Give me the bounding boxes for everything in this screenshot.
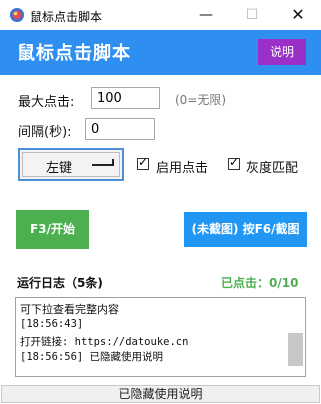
app-icon	[10, 8, 24, 22]
dropdown-icon	[92, 159, 114, 166]
max-clicks-input[interactable]	[91, 87, 160, 109]
grayscale-match-checkbox[interactable]: ✓	[228, 155, 240, 170]
window-title: 鼠标点击脚本	[30, 10, 103, 24]
check-icon: ✓	[138, 155, 149, 169]
interval-input[interactable]	[85, 118, 155, 140]
close-button[interactable]: ✕	[275, 0, 321, 30]
check-icon: ✓	[229, 155, 240, 169]
log-line: 打开链接: https://datouke.cn	[20, 336, 189, 348]
help-button[interactable]: 说明	[258, 39, 306, 65]
header-title: 鼠标点击脚本	[17, 43, 131, 64]
max-clicks-hint: (0=无限)	[175, 93, 227, 107]
max-clicks-label: 最大点击:	[18, 95, 75, 110]
screenshot-button[interactable]: (未截图) 按F6/截图	[184, 212, 307, 247]
log-line: [18:56:56] 已隐藏使用说明	[20, 351, 164, 363]
interval-label: 间隔(秒):	[18, 125, 72, 140]
log-line: [18:56:43]	[20, 318, 84, 330]
status-bar: 已隐藏使用说明	[1, 385, 320, 403]
minimize-button[interactable]: —	[183, 0, 229, 30]
enable-click-label: 启用点击	[156, 161, 209, 176]
maximize-button[interactable]: ☐	[229, 0, 275, 30]
grayscale-match-label: 灰度匹配	[246, 161, 299, 176]
enable-click-checkbox[interactable]: ✓	[137, 155, 149, 170]
mouse-button-select[interactable]: 左键	[18, 148, 124, 181]
select-value: 左键	[46, 161, 73, 176]
log-textarea[interactable]: 可下拉查看完整内容 [18:56:43] 打开链接: https://datou…	[15, 297, 306, 377]
app-header: 鼠标点击脚本 说明	[0, 30, 321, 75]
log-title: 运行日志（5条)	[17, 276, 103, 290]
clicked-count: 已点击：0/10	[221, 276, 299, 290]
log-scrollbar-thumb[interactable]	[288, 333, 303, 366]
title-bar: 鼠标点击脚本 — ☐ ✕	[0, 0, 321, 30]
start-button[interactable]: F3/开始	[16, 210, 89, 249]
log-line: 可下拉查看完整内容	[20, 303, 119, 316]
